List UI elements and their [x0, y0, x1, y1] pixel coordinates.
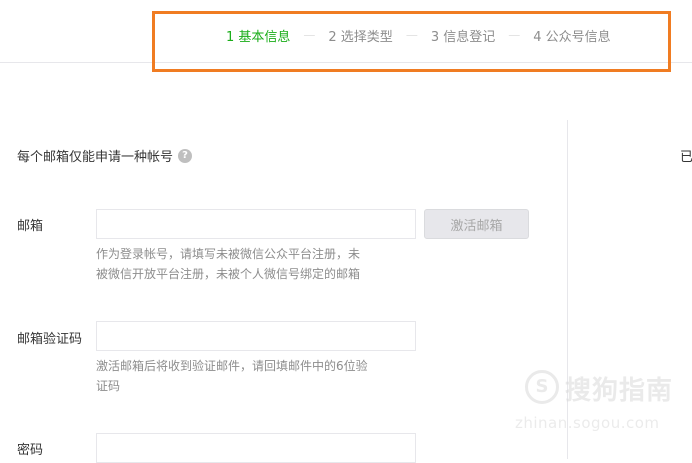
help-icon[interactable]: ? [178, 148, 193, 163]
email-hint: 作为登录帐号，请填写未被微信公众平台注册，未 被微信开放平台注册，未被个人微信号… [96, 244, 396, 284]
verification-code-label: 邮箱验证码 [17, 332, 83, 347]
verification-code-hint-line: 激活邮箱后将收到验证邮件，请回填邮件中的6位验 [96, 359, 368, 373]
email-hint-line: 被微信开放平台注册，未被个人微信号绑定的邮箱 [96, 267, 361, 281]
watermark-url: zhinan.sogou.com [515, 414, 660, 432]
activate-email-button[interactable]: 激活邮箱 [424, 209, 529, 239]
annotation-highlight-box [152, 11, 671, 72]
account-tip-text: 每个邮箱仅能申请一种帐号 [17, 150, 174, 165]
watermark-title: 搜狗指南 [565, 376, 674, 406]
password-label: 密码 [17, 443, 44, 458]
verification-code-hint: 激活邮箱后将收到验证邮件，请回填邮件中的6位验 证码 [96, 356, 396, 396]
sogou-watermark: S 搜狗指南 zhinan.sogou.com [515, 366, 685, 436]
side-text: 已 [680, 150, 692, 165]
email-input[interactable] [96, 209, 416, 239]
account-tip: 每个邮箱仅能申请一种帐号 ? [17, 146, 193, 165]
email-label: 邮箱 [17, 219, 44, 234]
email-hint-line: 作为登录帐号，请填写未被微信公众平台注册，未 [96, 247, 361, 261]
sogou-logo-icon: S [525, 370, 559, 404]
verification-code-input[interactable] [96, 321, 416, 351]
verification-code-hint-line: 证码 [96, 379, 121, 393]
